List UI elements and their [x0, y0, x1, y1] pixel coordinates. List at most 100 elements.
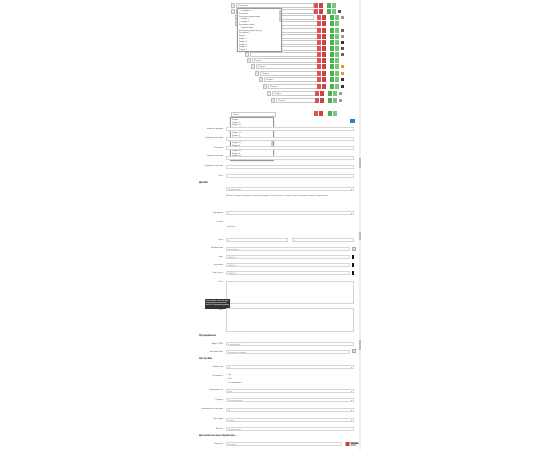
color1-swatch[interactable] [352, 255, 354, 259]
tree-row-select[interactable]: Категория [236, 3, 314, 8]
set1-select[interactable]: 10 [226, 365, 354, 369]
remove-button[interactable] [314, 3, 318, 8]
add-child-button[interactable] [334, 84, 339, 89]
tree-collapse-icon[interactable] [231, 9, 235, 14]
tree-row-select[interactable]: Раздел [272, 91, 316, 96]
tree-row-select[interactable]: Раздел [260, 71, 318, 76]
remove-alt-button[interactable] [321, 40, 326, 45]
tree-row-select[interactable]: Раздел [256, 64, 318, 69]
tree-collapse-icon[interactable] [259, 77, 263, 82]
color3-input[interactable]: #000000 [226, 271, 350, 275]
add-child-button[interactable] [332, 98, 337, 103]
add-button[interactable] [330, 58, 334, 63]
meta-area[interactable] [226, 308, 354, 332]
remove-button[interactable] [314, 9, 318, 14]
add-child-button[interactable] [334, 28, 339, 33]
remove-button[interactable] [317, 84, 321, 89]
image-browse-button[interactable] [352, 247, 356, 251]
add-button[interactable] [327, 3, 331, 8]
add-button[interactable] [330, 34, 334, 39]
add-child-button[interactable] [331, 3, 336, 8]
add-link[interactable]: добавить [227, 226, 236, 228]
remove-button[interactable] [315, 91, 319, 96]
tree-row-select[interactable]: Раздел [276, 98, 316, 103]
add-child-button[interactable] [334, 40, 339, 45]
remove-button[interactable] [317, 28, 321, 33]
remove-button[interactable] [317, 52, 321, 57]
add-child-button[interactable] [334, 52, 339, 57]
seo-url-input[interactable]: /catalog/razdel [226, 342, 354, 346]
add-child-button[interactable] [334, 58, 339, 63]
remove-alt-button[interactable] [321, 34, 326, 39]
tree-collapse-icon[interactable] [247, 58, 251, 63]
remove-alt-button[interactable] [321, 71, 326, 76]
remove-button[interactable] [315, 98, 319, 103]
tree-row-select[interactable]: Раздел [264, 77, 318, 82]
add-button[interactable] [330, 28, 334, 33]
color2-swatch[interactable] [352, 263, 354, 267]
remove-button[interactable] [317, 77, 321, 82]
remove-alt-button[interactable] [321, 28, 326, 33]
page-scrollbar-thumb-bottom[interactable] [359, 340, 361, 350]
row6-input[interactable] [226, 174, 354, 178]
add-button[interactable] [330, 46, 334, 51]
dropdown-option[interactable]: Раздел 5 [239, 49, 247, 51]
price-from-input[interactable]: 0 [226, 238, 288, 242]
remove-alt-button[interactable] [321, 84, 326, 89]
price-to-input[interactable]: 0 [292, 238, 354, 242]
row5-input[interactable] [226, 165, 354, 169]
remove-alt-button[interactable] [321, 46, 326, 51]
remove-button[interactable] [317, 34, 321, 39]
page-scrollbar-thumb[interactable] [359, 158, 361, 168]
add-button[interactable] [330, 40, 334, 45]
remove-alt-button[interactable] [321, 77, 326, 82]
remove-alt-button[interactable] [321, 52, 326, 57]
add-child-button[interactable] [334, 34, 339, 39]
add-section-button[interactable] [328, 111, 332, 116]
remove-button[interactable] [317, 71, 321, 76]
remove-alt-button[interactable] [321, 15, 326, 20]
radio-yes[interactable]: ○ Да [227, 374, 231, 376]
remove-alt-button[interactable] [319, 98, 324, 103]
remove-button[interactable] [317, 58, 321, 63]
set8-input[interactable]: Значение [226, 442, 342, 446]
remove-alt-button[interactable] [321, 64, 326, 69]
tree-collapse-icon[interactable] [271, 98, 275, 103]
set5-select[interactable]: 20 [226, 408, 354, 412]
set3-select[interactable]: Дате [226, 389, 354, 393]
add-child-button[interactable] [334, 77, 339, 82]
tree-row-select[interactable]: Раздел [252, 58, 318, 63]
add-child-button[interactable] [334, 15, 339, 20]
add-subsection-button[interactable] [332, 111, 337, 116]
design-select[interactable]: По умолчанию [226, 187, 354, 191]
remove-alt-button[interactable] [321, 58, 326, 63]
sort-select[interactable]: 0 [226, 211, 354, 215]
tree-collapse-icon[interactable] [267, 91, 271, 96]
remove-alt-button[interactable] [318, 9, 323, 14]
remove-button[interactable] [317, 46, 321, 51]
radio-no[interactable]: ○ Нет [227, 378, 232, 380]
tree-collapse-icon[interactable] [245, 52, 249, 57]
color3-swatch[interactable] [352, 271, 354, 275]
add-child-button[interactable] [334, 21, 339, 26]
remove-alt-button[interactable] [319, 91, 324, 96]
seo-title-button[interactable] [352, 349, 356, 353]
tree-collapse-icon[interactable] [263, 84, 267, 89]
confirm-button[interactable] [350, 119, 355, 123]
add-child-button[interactable] [332, 91, 337, 96]
row3-input[interactable] [226, 146, 354, 150]
remove-section-button[interactable] [314, 111, 318, 116]
set6-select[interactable]: Список [226, 418, 354, 422]
tree-row-select[interactable] [250, 52, 318, 57]
remove-alt-button[interactable] [321, 21, 326, 26]
page-scrollbar-thumb-lower[interactable] [359, 232, 361, 240]
set7-input[interactable]: По умолчанию [226, 427, 354, 431]
radio-default[interactable]: ○ По умолчанию [227, 382, 241, 384]
color2-input[interactable]: #000000 [226, 263, 350, 267]
add-child-button[interactable] [334, 64, 339, 69]
row4-input[interactable] [226, 156, 354, 160]
add-button[interactable] [330, 21, 334, 26]
add-button[interactable] [328, 98, 332, 103]
add-child-button[interactable] [331, 9, 336, 14]
image-input[interactable]: Не выбрано [226, 247, 350, 251]
